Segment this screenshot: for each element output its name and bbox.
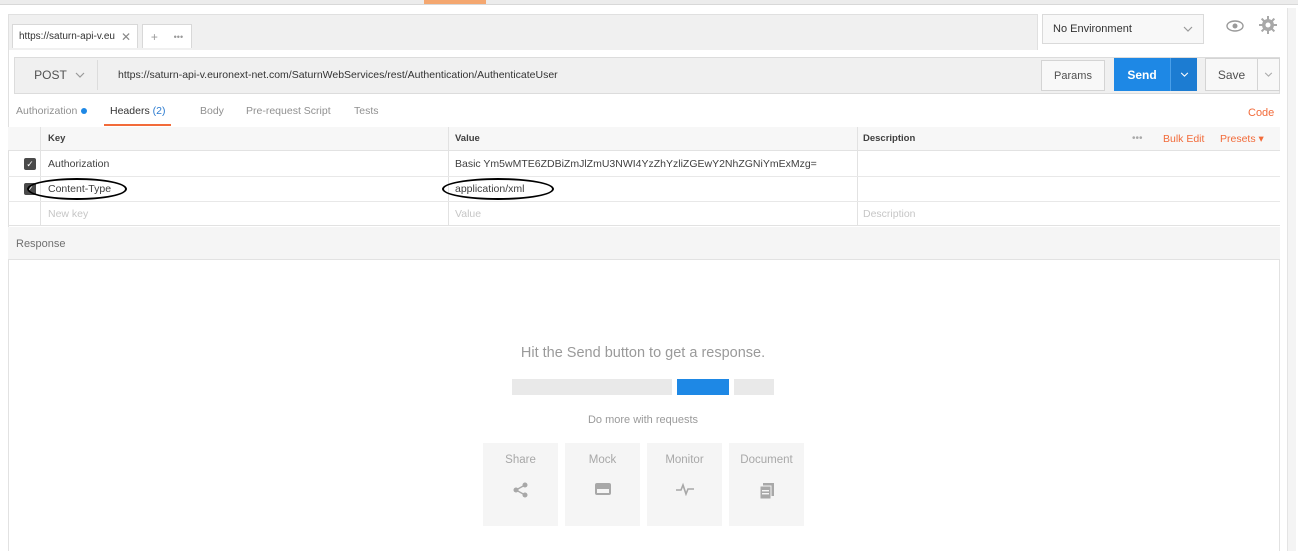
response-panel — [8, 260, 1280, 551]
share-card[interactable]: Share — [483, 443, 558, 526]
document-card-label: Document — [740, 454, 793, 466]
placeholder-bar — [734, 379, 774, 395]
environment-select[interactable]: No Environment — [1042, 14, 1204, 44]
row-divider — [8, 176, 1280, 177]
chevron-down-icon — [1180, 72, 1188, 77]
row-divider — [8, 201, 1280, 202]
more-requests-label: Do more with requests — [587, 414, 699, 426]
new-key-input[interactable]: New key — [48, 208, 88, 220]
chevron-down-icon — [1183, 23, 1193, 35]
code-link[interactable]: Code — [1248, 107, 1274, 119]
more-options-icon[interactable]: ••• — [1132, 133, 1143, 144]
top-strip — [0, 0, 1298, 5]
send-options-button[interactable] — [1170, 58, 1197, 91]
mock-card[interactable]: Mock — [565, 443, 640, 526]
loading-accent-bar — [424, 0, 486, 4]
new-description-input[interactable]: Description — [863, 208, 916, 220]
row-checkbox[interactable]: ✓ — [24, 158, 36, 170]
tab-prerequest-script[interactable]: Pre-request Script — [246, 105, 331, 123]
monitor-card-label: Monitor — [665, 454, 704, 466]
params-button[interactable]: Params — [1041, 60, 1105, 91]
monitor-icon — [675, 482, 695, 499]
environment-select-label: No Environment — [1053, 23, 1132, 35]
chevron-down-icon — [1264, 72, 1273, 77]
send-button[interactable]: Send — [1114, 58, 1170, 91]
headers-count-badge: (2) — [152, 105, 166, 117]
url-input[interactable] — [110, 60, 1040, 90]
request-tab[interactable]: https://saturn-api-v.eu ✕ — [12, 24, 138, 48]
new-value-input[interactable]: Value — [455, 208, 481, 220]
headers-table-header — [8, 127, 1280, 151]
add-tab-icon[interactable]: + — [151, 30, 158, 44]
window-scrollbar[interactable] — [1287, 8, 1296, 551]
annotation-circle — [442, 178, 554, 200]
gear-icon[interactable] — [1256, 16, 1280, 40]
chevron-down-icon — [75, 70, 85, 81]
column-header-key: Key — [48, 133, 66, 144]
method-select[interactable]: POST — [22, 60, 98, 90]
tab-body[interactable]: Body — [200, 105, 224, 123]
save-button[interactable]: Save — [1205, 58, 1258, 91]
header-key[interactable]: Authorization — [48, 158, 109, 170]
header-value[interactable]: Basic Ym5wMTE6ZDBiZmJlZmU3NWI4YzZhYzliZG… — [455, 158, 817, 170]
share-card-label: Share — [505, 454, 536, 466]
placeholder-bar — [512, 379, 672, 395]
annotation-circle — [27, 178, 127, 200]
monitor-card[interactable]: Monitor — [647, 443, 722, 526]
tab-authorization[interactable]: Authorization — [16, 105, 88, 123]
eye-icon[interactable] — [1224, 19, 1246, 39]
response-header — [8, 227, 1280, 260]
column-header-value: Value — [455, 133, 480, 144]
mock-card-label: Mock — [588, 454, 617, 466]
bulk-edit-link[interactable]: Bulk Edit — [1163, 133, 1204, 145]
tab-headers[interactable]: Headers (2) — [104, 105, 172, 126]
status-dot-icon — [81, 108, 88, 115]
share-icon — [513, 482, 529, 501]
close-icon[interactable]: ✕ — [121, 30, 131, 44]
presets-dropdown[interactable]: Presets ▾ — [1220, 133, 1264, 145]
column-header-description: Description — [863, 133, 916, 144]
tab-tools: + ••• — [142, 24, 192, 48]
more-tabs-icon[interactable]: ••• — [174, 32, 183, 42]
mock-icon — [594, 482, 612, 499]
tab-authorization-label: Authorization — [16, 105, 78, 117]
tab-headers-label: Headers — [110, 105, 150, 117]
empty-state-message: Hit the Send button to get a response. — [520, 345, 766, 361]
response-title: Response — [16, 238, 66, 250]
request-tab-label: https://saturn-api-v.eu — [19, 31, 115, 42]
tab-tests[interactable]: Tests — [354, 105, 379, 123]
method-label: POST — [34, 68, 67, 82]
placeholder-bar-accent — [677, 379, 729, 395]
document-icon — [759, 482, 775, 503]
document-card[interactable]: Document — [729, 443, 804, 526]
save-options-button[interactable] — [1258, 58, 1280, 91]
